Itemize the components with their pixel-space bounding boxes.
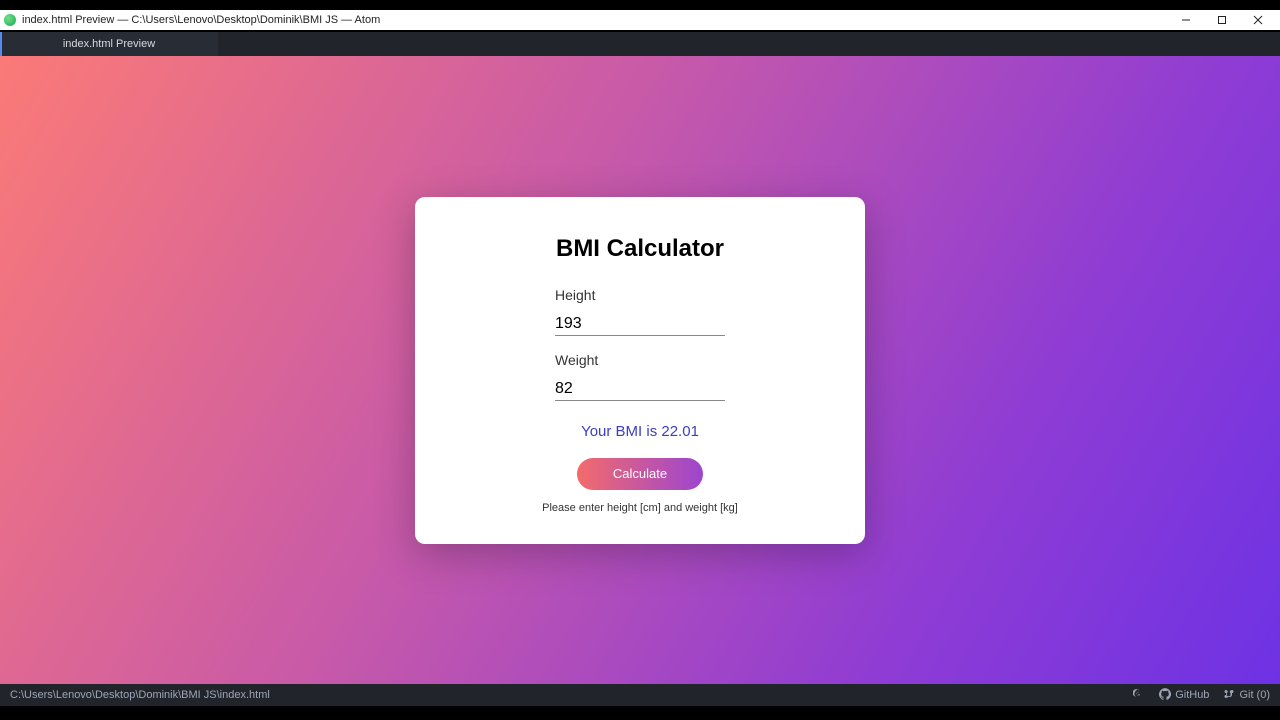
minimize-button[interactable] bbox=[1168, 10, 1204, 30]
height-field-group: Height Weight bbox=[555, 287, 725, 417]
status-github[interactable]: GitHub bbox=[1159, 688, 1209, 703]
tab-preview[interactable]: index.html Preview bbox=[0, 32, 218, 56]
letterbox-top bbox=[0, 0, 1280, 10]
atom-app-icon bbox=[4, 14, 16, 26]
letterbox-bottom bbox=[0, 706, 1280, 720]
hint-text: Please enter height [cm] and weight [kg] bbox=[542, 502, 738, 514]
bmi-result: Your BMI is 22.01 bbox=[581, 423, 699, 440]
card-title: BMI Calculator bbox=[556, 235, 724, 263]
git-label: Git (0) bbox=[1239, 689, 1270, 701]
height-input[interactable] bbox=[555, 311, 725, 336]
git-branch-icon bbox=[1223, 688, 1235, 703]
height-label: Height bbox=[555, 287, 725, 303]
github-label: GitHub bbox=[1175, 689, 1209, 701]
broadcast-icon bbox=[1133, 688, 1145, 703]
github-icon bbox=[1159, 688, 1171, 703]
status-git[interactable]: Git (0) bbox=[1223, 688, 1270, 703]
calculate-button-label: Calculate bbox=[613, 466, 667, 481]
close-button[interactable] bbox=[1240, 10, 1276, 30]
atom-tab-bar: index.html Preview bbox=[0, 30, 1280, 56]
maximize-button[interactable] bbox=[1204, 10, 1240, 30]
os-titlebar: index.html Preview — C:\Users\Lenovo\Des… bbox=[0, 10, 1280, 30]
window-title: index.html Preview — C:\Users\Lenovo\Des… bbox=[22, 14, 380, 26]
preview-pane: BMI Calculator Height Weight Your BMI is… bbox=[0, 56, 1280, 684]
weight-input[interactable] bbox=[555, 376, 725, 401]
bmi-card: BMI Calculator Height Weight Your BMI is… bbox=[415, 197, 865, 544]
tab-label: index.html Preview bbox=[63, 38, 155, 50]
weight-label: Weight bbox=[555, 352, 725, 368]
status-telemetry[interactable] bbox=[1133, 688, 1145, 703]
atom-status-bar: C:\Users\Lenovo\Desktop\Dominik\BMI JS\i… bbox=[0, 684, 1280, 706]
calculate-button[interactable]: Calculate bbox=[577, 458, 703, 490]
status-file-path[interactable]: C:\Users\Lenovo\Desktop\Dominik\BMI JS\i… bbox=[10, 689, 270, 701]
